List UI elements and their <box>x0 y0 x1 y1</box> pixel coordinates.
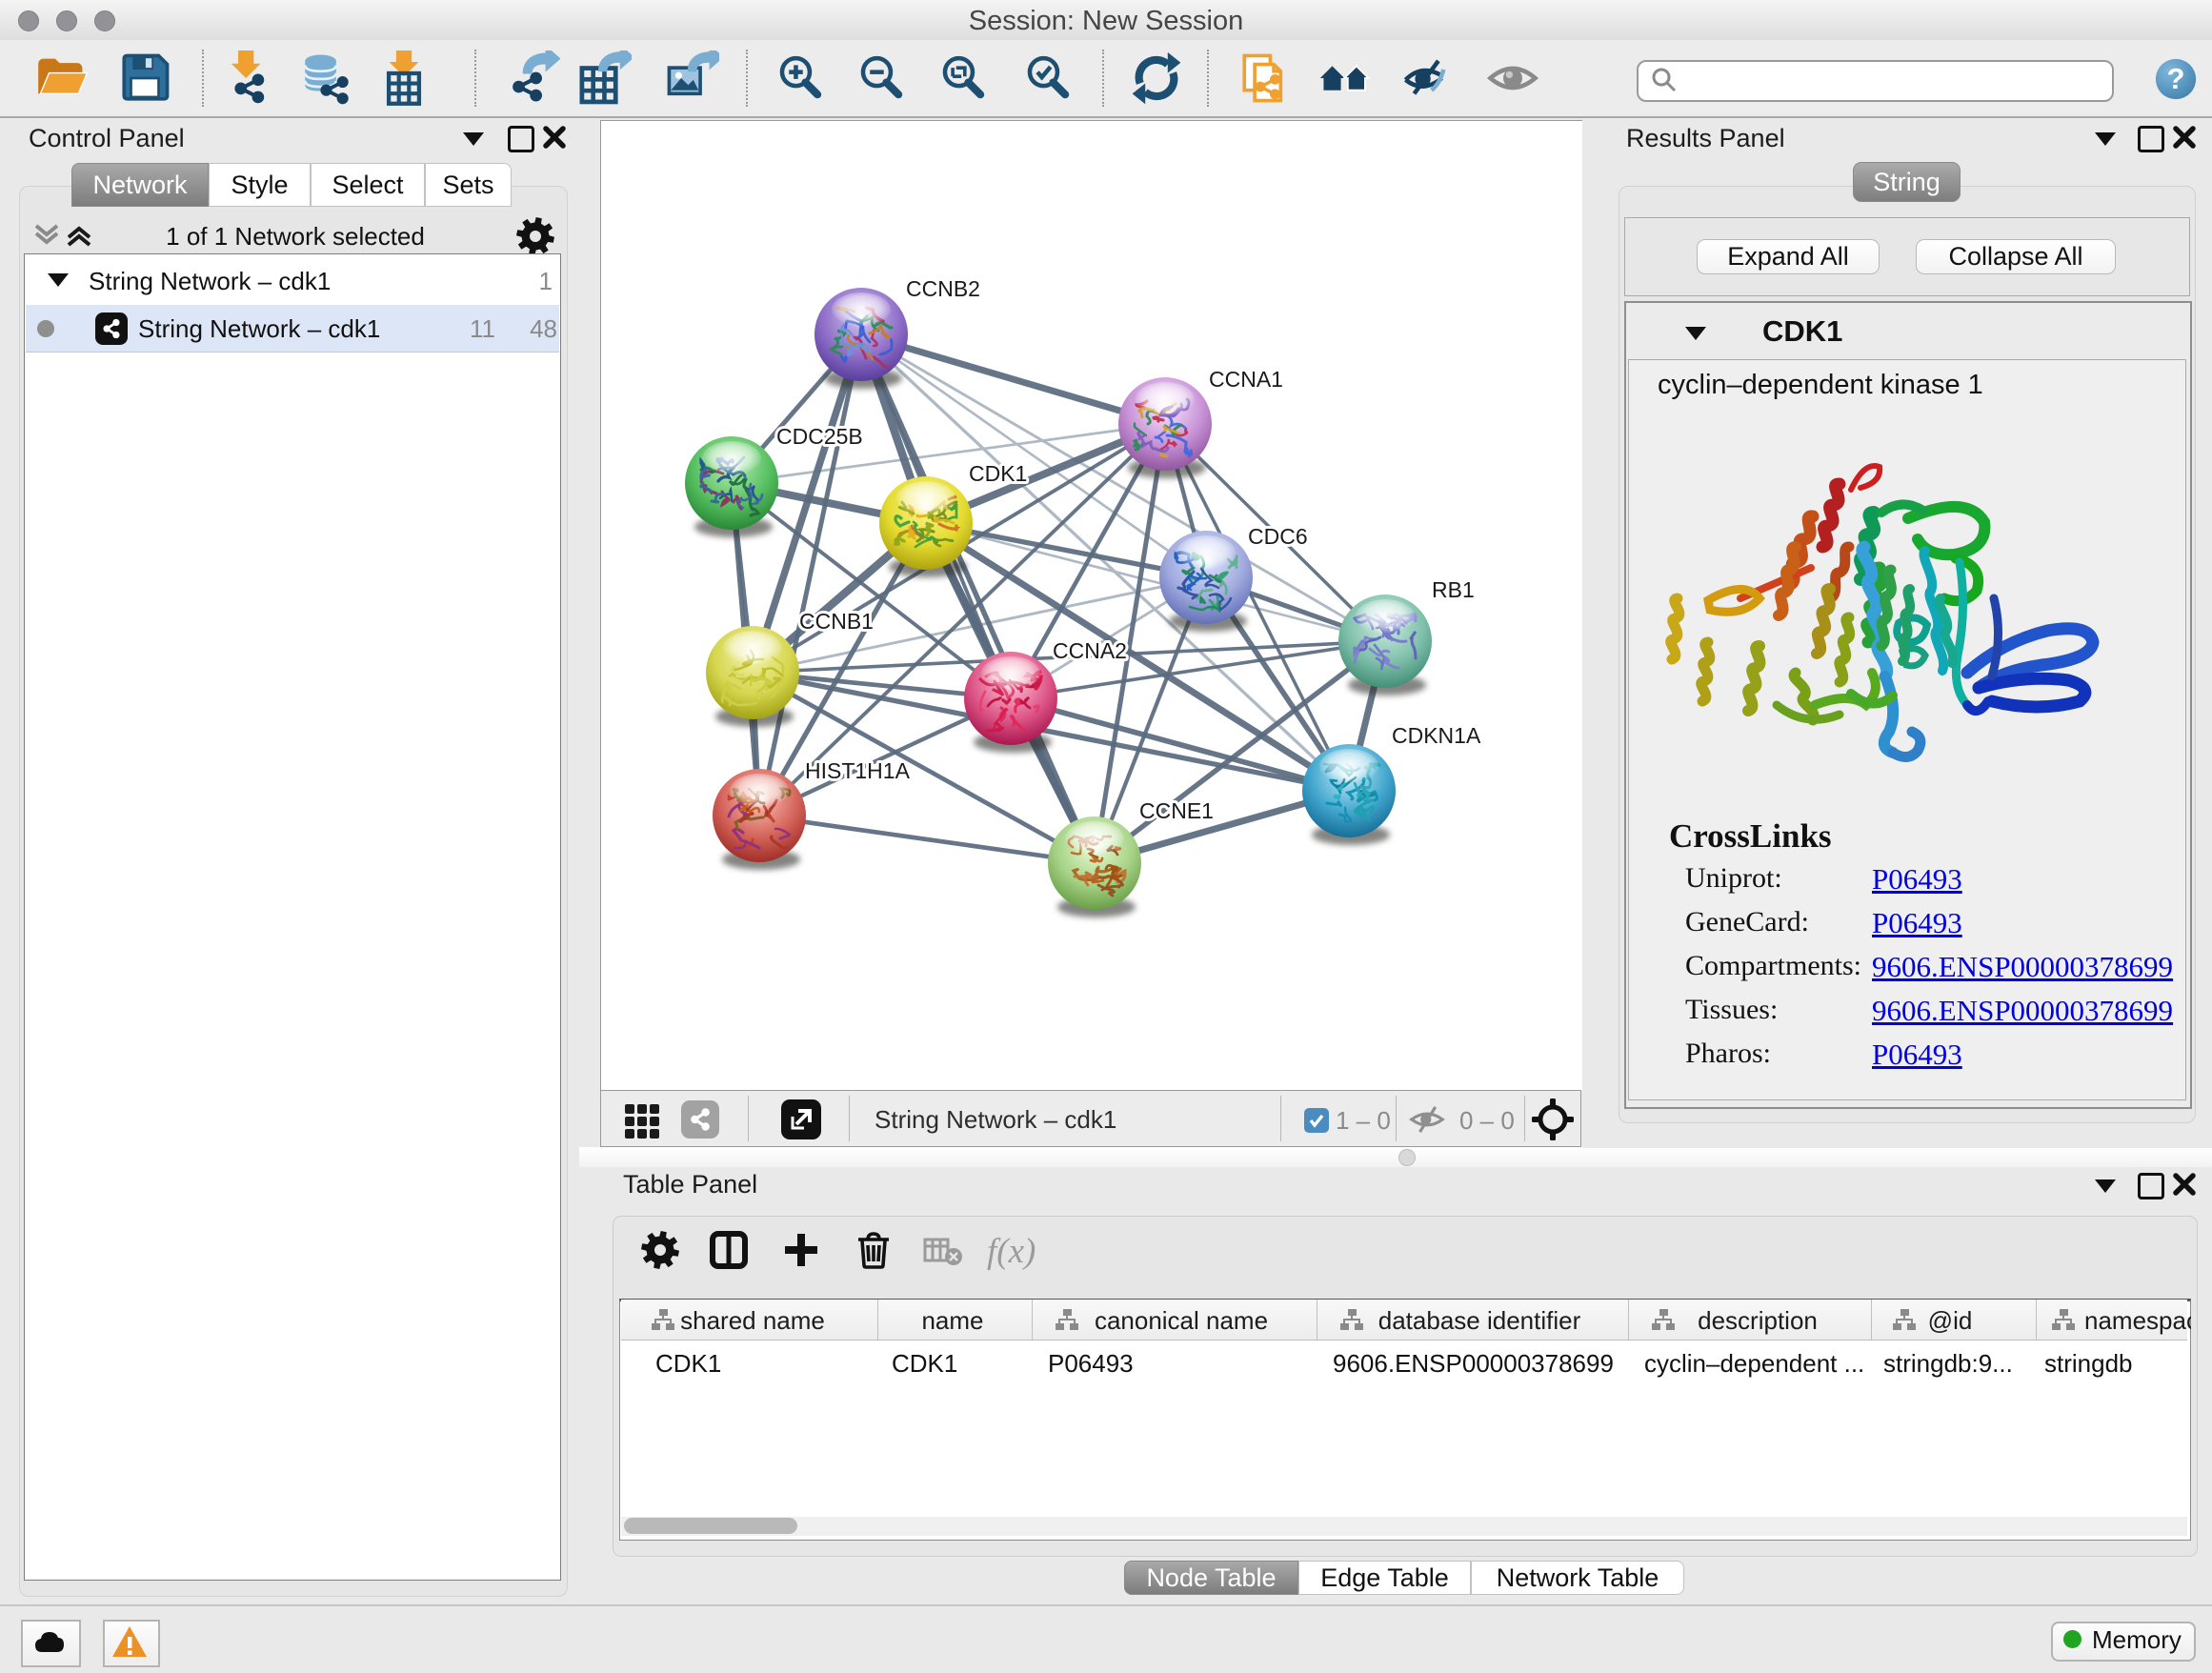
svg-text:CCNA2: CCNA2 <box>1053 638 1127 663</box>
svg-text:CDC6: CDC6 <box>1248 524 1308 549</box>
svg-text:CCNB1: CCNB1 <box>799 609 874 634</box>
svg-text:CDKN1A: CDKN1A <box>1392 723 1481 748</box>
svg-text:CCNB2: CCNB2 <box>906 276 980 301</box>
svg-text:HIST1H1A: HIST1H1A <box>805 758 911 783</box>
svg-text:CCNE1: CCNE1 <box>1139 798 1214 823</box>
svg-text:?: ? <box>2167 62 2185 95</box>
svg-text:CDC25B: CDC25B <box>776 424 863 449</box>
svg-text:CCNA1: CCNA1 <box>1209 367 1283 392</box>
svg-text:CDK1: CDK1 <box>969 461 1027 486</box>
svg-text:RB1: RB1 <box>1432 577 1475 602</box>
